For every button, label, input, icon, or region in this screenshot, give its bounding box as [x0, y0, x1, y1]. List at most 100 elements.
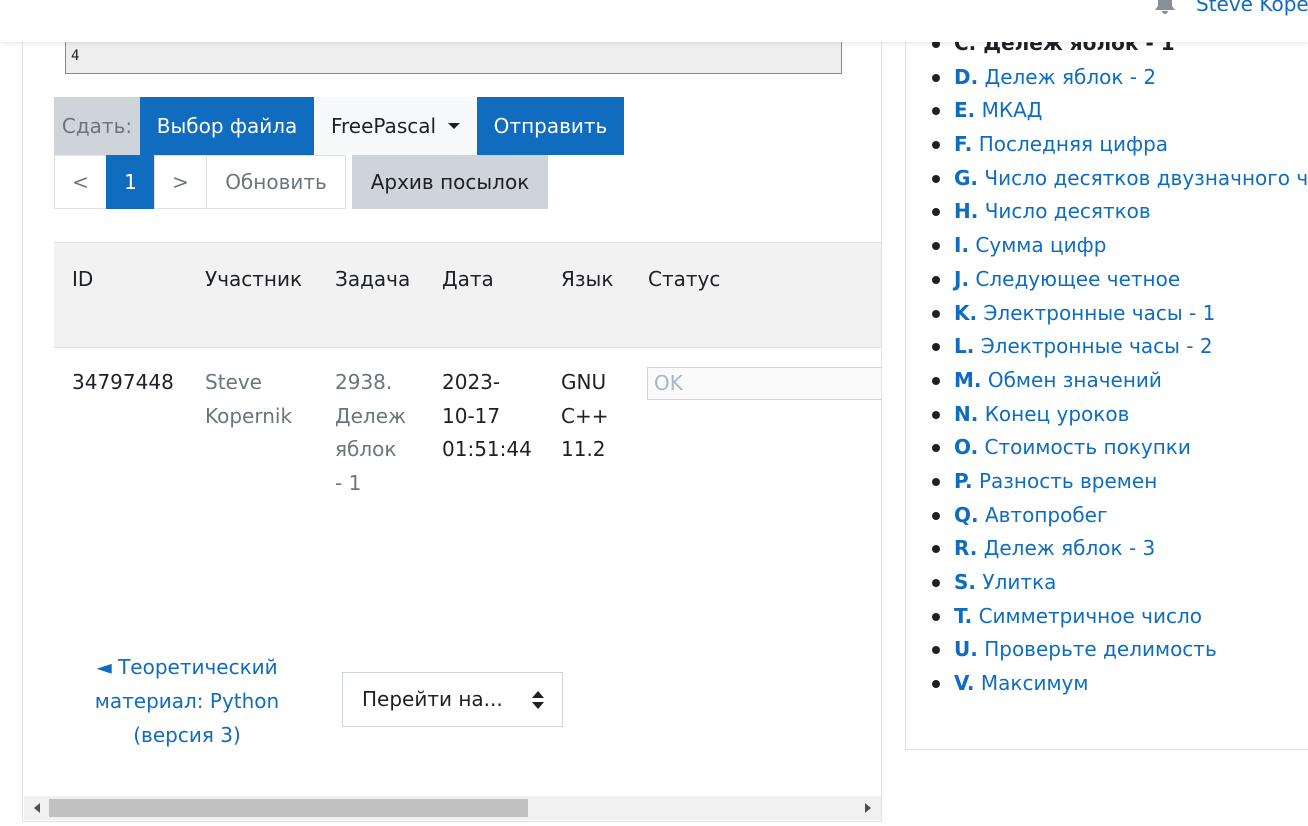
column-header-status[interactable]: Статус: [648, 267, 720, 291]
bullet-icon: [932, 646, 940, 655]
problem-list-item[interactable]: V. Максимум: [932, 667, 1308, 701]
problem-list-item[interactable]: N. Конец уроков: [932, 398, 1308, 432]
problem-name: Электронные часы - 1: [983, 300, 1216, 325]
problem-letter: K.: [954, 300, 978, 325]
select-arrows-icon: [532, 691, 544, 709]
top-navbar: Steve Kopernik: [0, 0, 1308, 42]
bullet-icon: [932, 107, 940, 116]
problem-list-item[interactable]: R. Дележ яблок - 3: [932, 532, 1308, 566]
bullet-icon: [932, 343, 940, 352]
page-1-button[interactable]: 1: [106, 155, 155, 209]
main-panel: 4 Сдать: Выбор файла FreePascal Отправит…: [22, 0, 882, 822]
column-header-id[interactable]: ID: [72, 267, 93, 291]
problem-list-item[interactable]: M. Обмен значений: [932, 364, 1308, 398]
language-line: C++: [561, 403, 609, 428]
date-line: 2023-: [442, 370, 501, 394]
bullet-icon: [932, 208, 940, 217]
bullet-icon: [932, 376, 940, 385]
scrollbar-thumb[interactable]: [49, 799, 528, 817]
cell-participant: Steve Kopernik: [205, 366, 292, 433]
problem-list-panel: C. Дележ яблок - 1 D. Дележ яблок - 2 E. М…: [905, 0, 1308, 750]
table-header: ID Участник Задача Дата Язык Статус: [54, 242, 881, 348]
bullet-icon: [932, 444, 940, 453]
horizontal-scrollbar[interactable]: [24, 796, 881, 820]
refresh-button[interactable]: Обновить: [206, 155, 346, 209]
cell-task[interactable]: 2938. Дележ яблок - 1: [335, 366, 406, 500]
problem-name: Разность времен: [978, 468, 1158, 493]
scroll-left-icon[interactable]: [34, 803, 40, 813]
bullet-icon: [932, 545, 940, 554]
prev-activity-link[interactable]: ◄ Теоретический материал: Python (версия…: [83, 650, 291, 752]
bullet-icon: [932, 141, 940, 150]
problem-letter: O.: [954, 435, 979, 460]
column-header-date[interactable]: Дата: [442, 267, 494, 291]
column-header-participant[interactable]: Участник: [205, 267, 302, 291]
bullet-icon: [932, 242, 940, 251]
problem-letter: R.: [954, 536, 978, 561]
problem-list-item[interactable]: I. Сумма цифр: [932, 229, 1308, 263]
participant-last-name: Kopernik: [205, 403, 293, 428]
problem-list-item[interactable]: Q. Автопробег: [932, 499, 1308, 533]
problem-name: Дележ яблок - 2: [984, 64, 1157, 89]
problem-list-item[interactable]: F. Последняя цифра: [932, 128, 1308, 162]
problem-letter: M.: [954, 367, 982, 392]
problem-list-item[interactable]: O. Стоимость покупки: [932, 431, 1308, 465]
language-dropdown[interactable]: FreePascal: [314, 97, 477, 155]
problem-list-item[interactable]: L. Электронные часы - 2: [932, 330, 1308, 364]
problem-name: Проверьте делимость: [984, 637, 1217, 662]
problem-name: МКАД: [981, 98, 1043, 123]
problem-letter: I.: [954, 233, 970, 258]
problem-name: Обмен значений: [987, 367, 1162, 392]
choose-file-button[interactable]: Выбор файла: [140, 97, 314, 155]
problem-list-item[interactable]: K. Электронные часы - 1: [932, 297, 1308, 331]
problem-list-item[interactable]: T. Симметричное число: [932, 600, 1308, 634]
problem-letter: G.: [954, 165, 979, 190]
bullet-icon: [932, 410, 940, 419]
task-line: Дележ: [335, 403, 407, 428]
submit-toolbar: Сдать: Выбор файла FreePascal Отправить: [54, 97, 624, 155]
jump-to-value: Перейти на...: [362, 687, 503, 711]
problem-list-item[interactable]: P. Разность времен: [932, 465, 1308, 499]
jump-to-select[interactable]: Перейти на...: [342, 672, 563, 727]
cell-language: GNU C++ 11.2: [561, 366, 608, 467]
problem-list-item[interactable]: H. Число десятков: [932, 195, 1308, 229]
problem-name: Автопробег: [984, 502, 1108, 527]
problem-letter: E.: [954, 98, 976, 123]
problem-list: C. Дележ яблок - 1 D. Дележ яблок - 2 E. М…: [932, 27, 1308, 701]
prev-link-line: материал: Python: [94, 689, 280, 713]
problem-letter: T.: [954, 603, 973, 628]
language-value: FreePascal: [330, 114, 437, 138]
bell-icon[interactable]: [1153, 0, 1177, 14]
participant-first-name: Steve: [205, 370, 262, 394]
column-header-language[interactable]: Язык: [561, 267, 613, 291]
prev-link-line: (версия 3): [133, 723, 241, 747]
problem-list-item[interactable]: U. Проверьте делимость: [932, 633, 1308, 667]
problem-name: Следующее четное: [975, 266, 1181, 291]
problem-list-item[interactable]: J. Следующее четное: [932, 263, 1308, 297]
problem-letter: U.: [954, 637, 978, 662]
problem-letter: F.: [954, 132, 973, 157]
language-line: 11.2: [561, 437, 606, 461]
problem-list-item[interactable]: E. МКАД: [932, 94, 1308, 128]
page-prev-button[interactable]: <: [54, 155, 107, 209]
problem-list-item[interactable]: G. Число десятков двузначного чи: [932, 162, 1308, 196]
problem-name: Последняя цифра: [978, 132, 1169, 157]
bullet-icon: [932, 174, 940, 183]
problem-letter: V.: [954, 671, 975, 696]
status-field[interactable]: OK: [647, 367, 881, 400]
problem-list-item[interactable]: D. Дележ яблок - 2: [932, 61, 1308, 95]
user-menu[interactable]: Steve Kopernik: [1196, 0, 1308, 16]
column-header-task[interactable]: Задача: [335, 267, 410, 291]
bullet-icon: [932, 73, 940, 82]
page-next-button[interactable]: >: [154, 155, 207, 209]
problem-name: Сумма цифр: [975, 233, 1107, 258]
language-line: GNU: [561, 370, 607, 394]
problem-name: Число десятков: [984, 199, 1151, 224]
problem-letter: H.: [954, 199, 979, 224]
scroll-right-icon[interactable]: [865, 803, 871, 813]
cell-date: 2023- 10-17 01:51:44: [442, 366, 532, 467]
send-button[interactable]: Отправить: [477, 97, 624, 155]
problem-name: Максимум: [980, 671, 1089, 696]
problem-list-item[interactable]: S. Улитка: [932, 566, 1308, 600]
archive-button[interactable]: Архив посылок: [352, 155, 548, 209]
